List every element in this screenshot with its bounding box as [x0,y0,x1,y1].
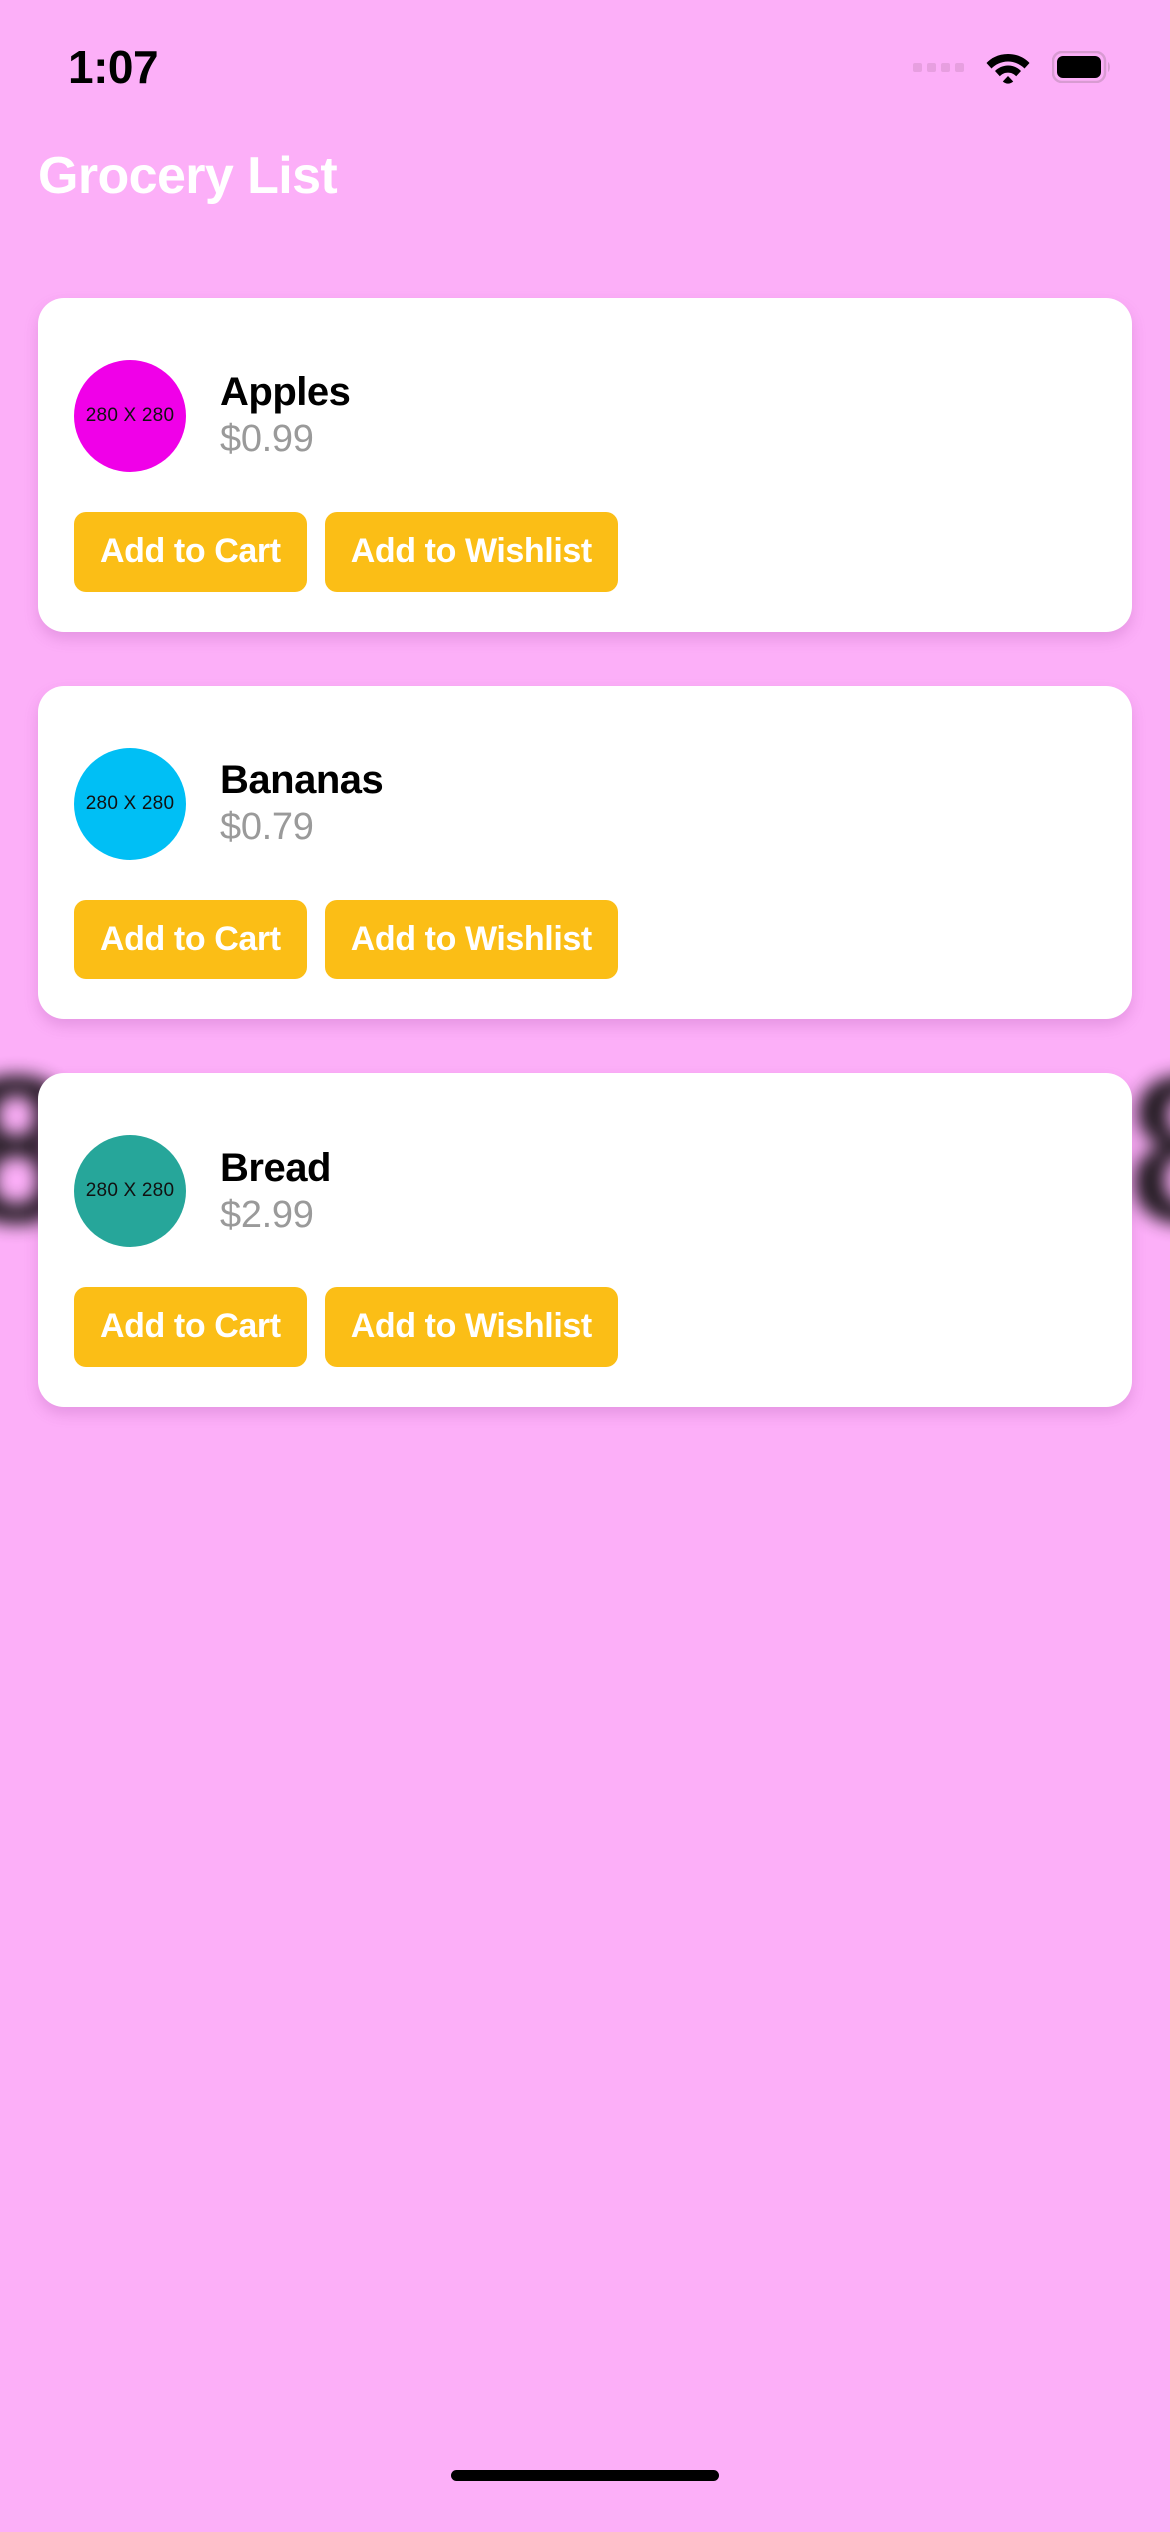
product-thumbnail: 280 X 280 [74,360,186,472]
product-name: Apples [220,370,351,415]
product-list: 280 X 280 Apples $0.99 Add to Cart Add t… [0,298,1170,1408]
product-price: $0.79 [220,805,314,848]
home-indicator[interactable] [451,2469,719,2481]
signal-dots-icon [913,62,964,72]
add-to-wishlist-button[interactable]: Add to Wishlist [324,1287,618,1368]
product-summary: 280 X 280 Bread $2.99 [74,1107,1096,1275]
add-to-cart-button[interactable]: Add to Cart [74,512,307,592]
product-card[interactable]: 280 X 280 Bananas $0.79 Add to Cart Add … [38,685,1132,1020]
add-to-wishlist-button[interactable]: Add to Wishlist [324,512,618,592]
product-card[interactable]: 280 X 280 Apples $0.99 Add to Cart Add t… [38,298,1132,632]
add-to-cart-button[interactable]: Add to Cart [74,1287,307,1368]
product-actions: Add to Cart Add to Wishlist [74,1287,1096,1368]
phone-screen: 8 8 1:07 Grocer [0,0,1170,2532]
status-bar: 1:07 [0,0,1170,120]
status-bar-time: 1:07 [68,41,159,93]
battery-full-icon [1052,51,1112,83]
product-summary: 280 X 280 Bananas $0.79 [74,720,1096,888]
product-price: $0.99 [220,418,314,461]
product-thumbnail: 280 X 280 [74,1135,186,1248]
product-name: Bread [220,1145,331,1190]
thumbnail-size-label: 280 X 280 [85,792,175,814]
thumbnail-size-label: 280 X 280 [85,405,175,426]
status-bar-icons [913,51,1112,84]
product-info: Apples $0.99 [220,369,351,463]
product-actions: Add to Cart Add to Wishlist [74,512,1096,592]
product-actions: Add to Cart Add to Wishlist [74,899,1096,980]
home-indicator-area [0,2436,1170,2532]
wifi-icon [986,51,1030,84]
product-summary: 280 X 280 Apples $0.99 [74,332,1096,500]
page-title: Grocery List [38,147,338,205]
add-to-wishlist-button[interactable]: Add to Wishlist [324,899,618,980]
add-to-cart-button[interactable]: Add to Cart [74,899,307,980]
product-info: Bread $2.99 [220,1145,331,1239]
thumbnail-size-label: 280 X 280 [85,1180,175,1202]
product-price: $2.99 [220,1193,314,1236]
product-info: Bananas $0.79 [220,757,384,851]
product-name: Bananas [220,757,384,802]
product-card[interactable]: 280 X 280 Bread $2.99 Add to Cart Add to… [38,1073,1132,1408]
product-thumbnail: 280 X 280 [74,747,186,860]
